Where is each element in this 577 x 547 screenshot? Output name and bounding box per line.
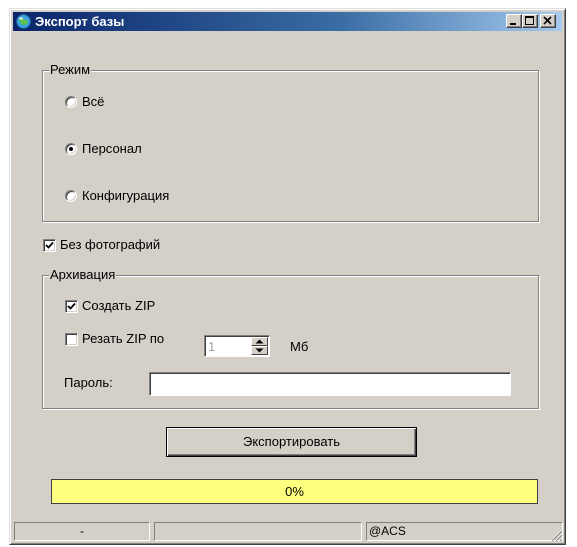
- archive-group-legend: Архивация: [49, 267, 117, 283]
- split-unit-label: Мб: [290, 339, 309, 354]
- resize-grip-icon[interactable]: [549, 528, 563, 542]
- radio-label: Конфигурация: [82, 188, 170, 203]
- split-zip-label: Резать ZIP по: [82, 331, 165, 346]
- progress-text: 0%: [285, 484, 304, 499]
- status-bar: - @ACS: [12, 518, 563, 542]
- close-icon: [543, 16, 552, 25]
- stepper-up-button[interactable]: [251, 337, 268, 346]
- app-globe-icon: [16, 14, 31, 29]
- password-label: Пароль:: [64, 375, 113, 390]
- split-size-stepper[interactable]: [204, 335, 270, 357]
- close-button[interactable]: [540, 14, 556, 28]
- maximize-button[interactable]: [522, 14, 538, 28]
- split-size-input[interactable]: [208, 338, 246, 354]
- checkbox[interactable]: [65, 333, 78, 346]
- mode-group-legend: Режим: [49, 62, 92, 78]
- status-panel-1-text: -: [80, 524, 84, 538]
- status-panel-2: [154, 522, 362, 541]
- checkmark-icon: [67, 302, 76, 310]
- checkbox[interactable]: [65, 300, 78, 313]
- status-panel-3: @ACS: [366, 522, 563, 541]
- status-panel-3-text: @ACS: [369, 524, 406, 538]
- maximize-icon: [525, 16, 534, 25]
- minimize-button[interactable]: [506, 14, 522, 28]
- create-zip-label: Создать ZIP: [82, 298, 156, 313]
- status-panel-1: -: [14, 522, 150, 541]
- export-window: Экспорт базы Режим Всё Персонал Конфигур…: [9, 8, 566, 545]
- minimize-icon: [510, 23, 516, 25]
- arrow-down-icon: [255, 348, 264, 353]
- stepper-buttons: [251, 337, 268, 355]
- radio-button[interactable]: [65, 96, 77, 108]
- radio-label: Всё: [82, 94, 105, 109]
- title-bar[interactable]: Экспорт базы: [13, 12, 562, 31]
- radio-button[interactable]: [65, 190, 77, 202]
- password-field[interactable]: [149, 372, 511, 396]
- no-photos-label: Без фотографий: [60, 237, 161, 252]
- radio-selected-dot: [69, 147, 73, 151]
- export-button[interactable]: Экспортировать: [166, 427, 417, 457]
- window-title: Экспорт базы: [35, 14, 125, 29]
- checkmark-icon: [45, 241, 54, 249]
- stepper-down-button[interactable]: [251, 346, 268, 355]
- mode-group: Режим Всё Персонал Конфигурация: [42, 62, 539, 222]
- checkbox[interactable]: [43, 239, 56, 252]
- radio-button[interactable]: [65, 143, 77, 155]
- progress-bar: 0%: [51, 479, 538, 504]
- radio-label: Персонал: [82, 141, 142, 156]
- arrow-up-icon: [255, 339, 264, 344]
